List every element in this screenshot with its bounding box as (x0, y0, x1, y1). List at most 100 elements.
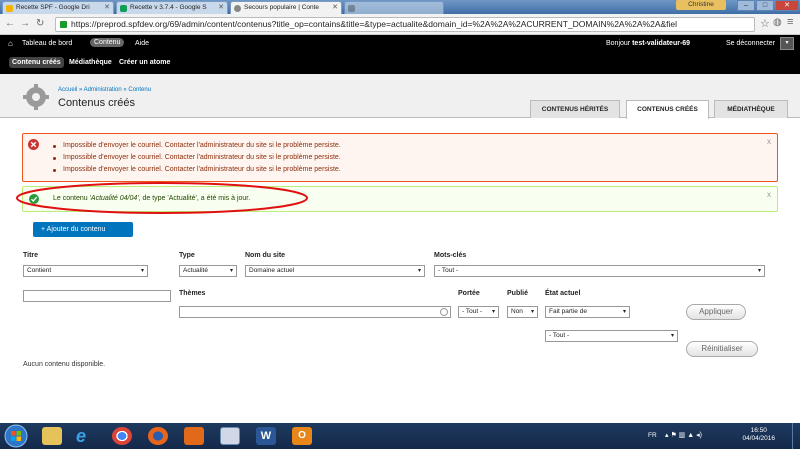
chevron-down-icon: ▾ (757, 268, 761, 274)
toolbar-dashboard[interactable]: Tableau de bord (22, 40, 72, 47)
add-content-button[interactable]: + Ajouter du contenu (33, 222, 133, 237)
autocomplete-throbber-icon (440, 308, 448, 316)
empty-text: Aucun contenu disponible. (23, 361, 106, 368)
themes-autocomplete[interactable] (179, 306, 451, 318)
back-icon[interactable]: ← (5, 18, 15, 29)
bookmark-star-icon[interactable]: ☆ (760, 17, 770, 30)
close-tab-icon[interactable]: ✕ (332, 2, 338, 14)
tab-contenus-herites[interactable]: CONTENUS HÉRITÉS (530, 100, 620, 118)
select-value: Contient (27, 267, 52, 274)
tray-icons[interactable]: ▴ ⚑ ▥ ▲ ◂) (665, 431, 702, 439)
label-portee: Portée (458, 290, 480, 297)
titre-operator-select[interactable]: Contient ▾ (23, 265, 148, 277)
select-value: - Tout - (549, 332, 570, 339)
show-desktop-button[interactable] (792, 423, 800, 449)
gear-icon (23, 84, 49, 110)
word-icon[interactable]: W (256, 427, 276, 445)
home-icon[interactable]: ⌂ (8, 39, 13, 48)
tab-label: Recette v 3.7.4 - Google S (130, 4, 207, 11)
label-type: Type (179, 252, 195, 259)
tab-label: Recette SPF - Google Dri (16, 4, 90, 11)
etat-value-select[interactable]: - Tout - ▾ (545, 330, 678, 342)
type-select[interactable]: Actualité ▾ (179, 265, 237, 277)
select-value: Domaine actuel (249, 267, 295, 274)
system-clock[interactable]: 16:50 04/04/2016 (742, 427, 775, 443)
site-select[interactable]: Domaine actuel ▾ (245, 265, 425, 277)
browser-tab-3[interactable]: Secours populaire | Conte ✕ (230, 1, 342, 14)
outlook-icon[interactable]: O (292, 427, 312, 445)
internet-explorer-icon[interactable]: e (76, 427, 96, 445)
site-favicon-icon (348, 5, 355, 12)
reload-icon[interactable]: ↻ (36, 18, 44, 29)
language-indicator[interactable]: FR (648, 432, 657, 439)
site-favicon-icon (234, 5, 241, 12)
close-window-button[interactable]: ✕ (775, 0, 799, 11)
tags-select[interactable]: - Tout - ▾ (434, 265, 765, 277)
publie-select[interactable]: Non ▾ (507, 306, 538, 318)
logout-link[interactable]: Se déconnecter (726, 40, 775, 47)
portee-select[interactable]: - Tout - ▾ (458, 306, 499, 318)
file-explorer-icon[interactable] (42, 427, 62, 445)
error-icon (28, 139, 39, 150)
windows-start-icon[interactable] (4, 424, 28, 448)
clock-date: 04/04/2016 (742, 435, 775, 442)
select-value: Fait partie de (549, 308, 587, 315)
error-text: Impossible d'envoyer le courriel. Contac… (63, 154, 341, 161)
greeting-text: Bonjour (606, 40, 631, 47)
admin-subbar: Contenu créés Médiathèque Créer un atome (0, 51, 800, 74)
page-title: Contenus créés (58, 97, 136, 109)
chrome-user-badge[interactable]: Christine (676, 0, 726, 10)
minimize-button[interactable]: – (737, 0, 755, 11)
browser-tab-4[interactable] (344, 1, 444, 14)
forward-icon[interactable]: → (20, 18, 30, 29)
tab-contenus-crees[interactable]: CONTENUS CRÉÉS (626, 100, 709, 119)
subbar-mediatheque[interactable]: Médiathèque (69, 59, 112, 66)
chevron-down-icon: ▾ (670, 333, 674, 339)
address-bar-row: ← → ↻ https://preprod.spfdev.org/69/admi… (0, 14, 800, 35)
chevron-down-icon: ▾ (530, 309, 534, 315)
browser-tab-1[interactable]: Recette SPF - Google Dri ✕ (2, 1, 114, 14)
error-text: Impossible d'envoyer le courriel. Contac… (63, 166, 341, 173)
label-nom-du-site: Nom du site (245, 252, 286, 259)
toolbar-toggle-button[interactable]: ▾ (780, 37, 794, 50)
reset-button[interactable]: Réinitialiser (686, 341, 758, 357)
app-window-icon[interactable] (220, 427, 240, 445)
error-text: Impossible d'envoyer le courriel. Contac… (63, 142, 341, 149)
browser-tab-2[interactable]: Recette v 3.7.4 - Google S ✕ (116, 1, 228, 14)
breadcrumb[interactable]: Accueil » Administration » Contenu (58, 87, 151, 93)
media-player-icon[interactable] (184, 427, 204, 445)
chrome-icon[interactable] (112, 427, 132, 445)
annotation-ellipse (16, 182, 308, 214)
titre-input[interactable] (23, 290, 171, 302)
subbar-contenus-crees[interactable]: Contenu créés (9, 57, 64, 68)
etat-operator-select[interactable]: Fait partie de ▾ (545, 306, 630, 318)
clock-time: 16:50 (750, 427, 767, 434)
select-value: - Tout - (462, 308, 483, 315)
close-status-button[interactable]: x (767, 190, 771, 199)
select-value: - Tout - (438, 267, 459, 274)
windows-taskbar: e W O FR ▴ ⚑ ▥ ▲ ◂) 16:50 04/04/2016 (0, 423, 800, 449)
toolbar-help[interactable]: Aide (135, 40, 149, 47)
toolbar-content[interactable]: Contenu (90, 38, 125, 47)
tab-label: Secours populaire | Conte (244, 4, 320, 11)
menu-icon[interactable]: ≡ (787, 16, 793, 28)
maximize-button[interactable]: □ (756, 0, 774, 11)
tab-mediatheque[interactable]: MÉDIATHÈQUE (714, 100, 788, 118)
url-field[interactable]: https://preprod.spfdev.org/69/admin/cont… (55, 17, 755, 32)
chevron-down-icon: ▾ (229, 268, 233, 274)
select-value: Actualité (183, 267, 208, 274)
error-item: Impossible d'envoyer le courriel. Contac… (53, 166, 341, 173)
extension-icon[interactable]: ◍ (773, 17, 782, 28)
close-tab-icon[interactable]: ✕ (218, 2, 224, 14)
subbar-creer-atome[interactable]: Créer un atome (119, 59, 170, 66)
apply-button[interactable]: Appliquer (686, 304, 746, 320)
chevron-down-icon: ▾ (491, 309, 495, 315)
firefox-icon[interactable] (148, 427, 168, 445)
chevron-down-icon: ▾ (785, 40, 789, 46)
chevron-down-icon: ▾ (622, 309, 626, 315)
label-publie: Publié (507, 290, 529, 297)
close-tab-icon[interactable]: ✕ (104, 2, 110, 14)
close-error-button[interactable]: x (767, 137, 771, 146)
label-titre: Titre (23, 252, 39, 259)
username[interactable]: test-validateur-69 (632, 40, 690, 47)
